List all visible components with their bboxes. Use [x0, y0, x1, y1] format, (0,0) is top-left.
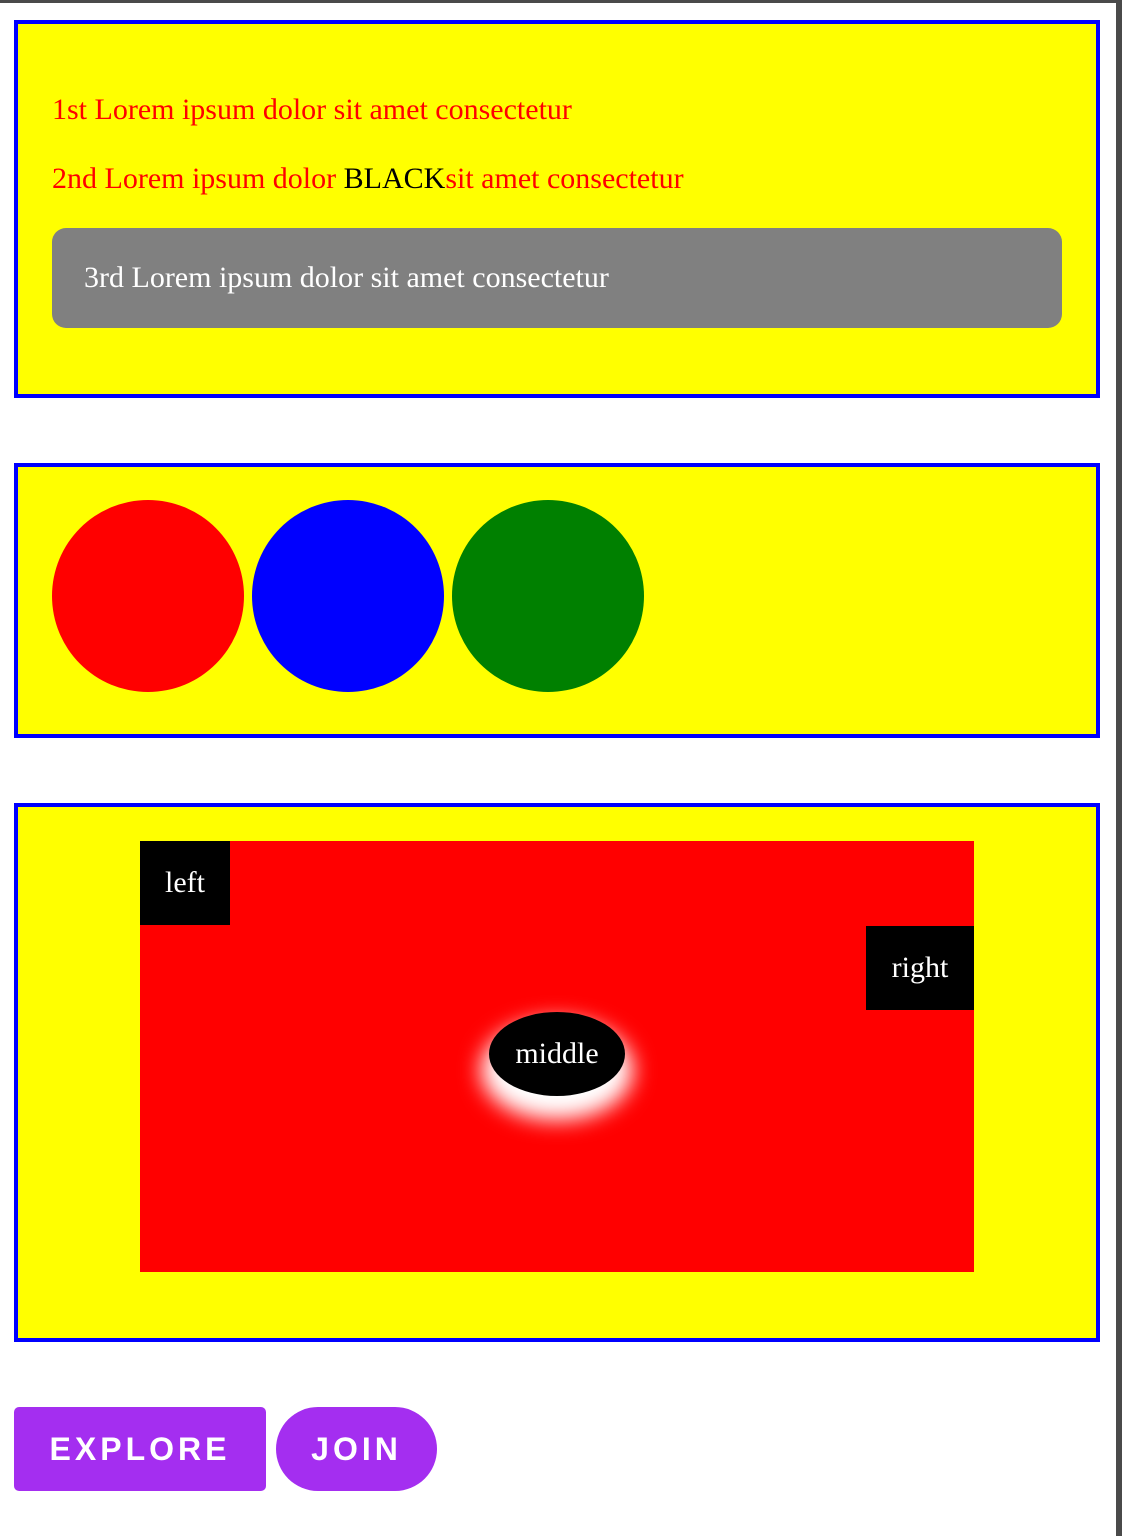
text-panel: 1st Lorem ipsum dolor sit amet consectet… [14, 20, 1100, 398]
top-border-line [0, 0, 1122, 3]
gray-text-box: 3rd Lorem ipsum dolor sit amet consectet… [52, 228, 1062, 328]
green-circle [452, 500, 644, 692]
left-box: left [140, 841, 230, 925]
black-word: BLACK [343, 162, 446, 195]
red-circle [52, 500, 244, 692]
middle-ellipse: middle [489, 1012, 625, 1096]
second-text-line: 2nd Lorem ipsum dolor BLACKsit amet cons… [52, 161, 684, 197]
second-line-part-2: sit amet consectetur [445, 162, 684, 195]
third-text-line: 3rd Lorem ipsum dolor sit amet consectet… [84, 261, 609, 294]
red-container: left right middle [140, 841, 974, 1272]
join-button[interactable]: JOIN [276, 1407, 437, 1491]
scrollbar-edge [1116, 0, 1122, 1536]
second-line-part-1: 2nd Lorem ipsum dolor [52, 162, 344, 195]
circles-panel [14, 463, 1100, 738]
explore-button[interactable]: EXPLORE [14, 1407, 266, 1491]
right-box: right [866, 926, 974, 1010]
blue-circle [252, 500, 444, 692]
first-text-line: 1st Lorem ipsum dolor sit amet consectet… [52, 93, 572, 126]
positioning-panel: left right middle [14, 803, 1100, 1342]
